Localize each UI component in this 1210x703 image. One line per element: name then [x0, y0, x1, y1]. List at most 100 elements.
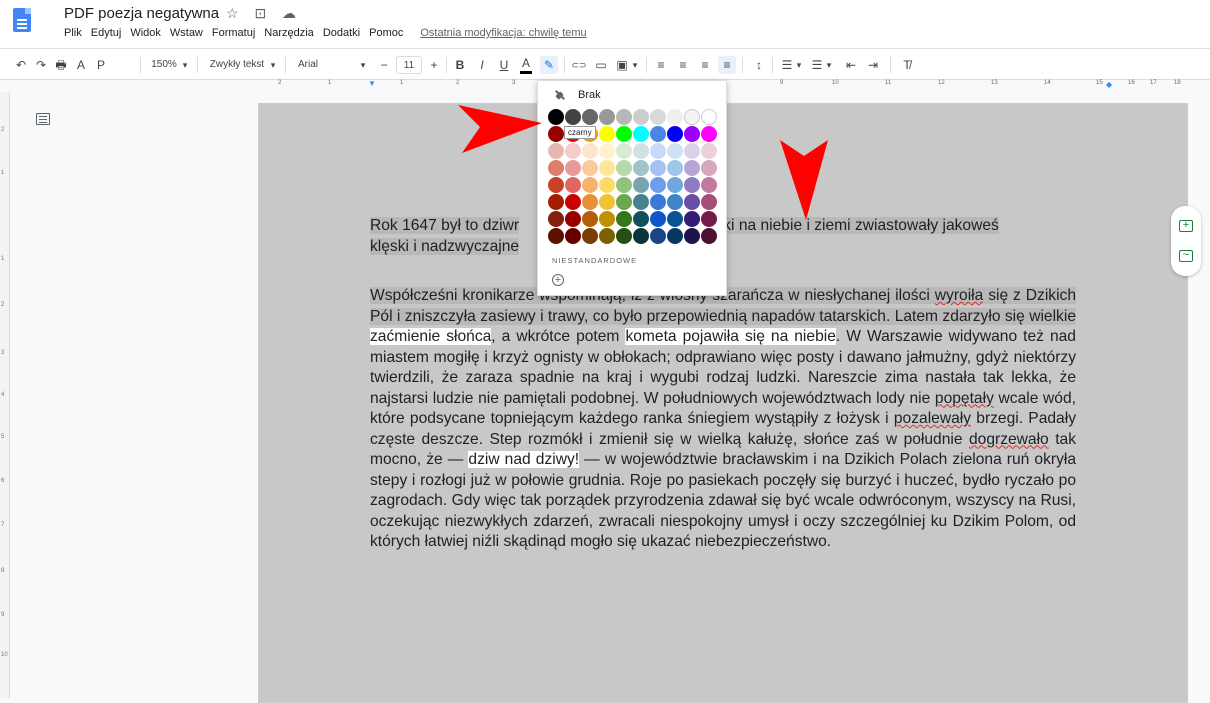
color-swatch[interactable]	[701, 160, 717, 176]
image-icon[interactable]: ▣	[615, 56, 629, 74]
color-swatch[interactable]	[548, 109, 564, 125]
color-swatch[interactable]	[582, 211, 598, 227]
underline-button[interactable]: U	[498, 56, 510, 74]
document-outline-icon[interactable]	[36, 113, 50, 125]
menu-item-view[interactable]: Widok	[130, 27, 161, 39]
color-swatch[interactable]	[565, 228, 581, 244]
color-swatch[interactable]	[667, 177, 683, 193]
title-action-icons[interactable]: ☆ ⊡ ☁	[226, 5, 302, 22]
right-indent-marker-icon[interactable]: ◆	[1106, 80, 1112, 89]
color-swatch[interactable]	[650, 109, 666, 125]
color-swatch[interactable]	[650, 194, 666, 210]
paragraph-2[interactable]: Współcześni kronikarze wspominają, iż z …	[370, 286, 1077, 553]
color-swatch[interactable]	[684, 211, 700, 227]
spellcheck-icon[interactable]: A	[74, 56, 88, 74]
color-swatch[interactable]	[650, 177, 666, 193]
color-swatch[interactable]	[701, 211, 717, 227]
color-swatch[interactable]	[616, 160, 632, 176]
misspelled-word[interactable]: pozalewały	[894, 410, 971, 427]
color-swatch[interactable]	[582, 194, 598, 210]
color-swatch[interactable]	[565, 109, 581, 125]
color-swatch[interactable]	[684, 194, 700, 210]
color-swatch[interactable]	[684, 177, 700, 193]
increase-font-size-button[interactable]: +	[428, 56, 440, 74]
color-swatch[interactable]	[684, 143, 700, 159]
menu-item-file[interactable]: Plik	[64, 27, 82, 39]
redo-icon[interactable]: ↷	[34, 56, 48, 74]
chevron-down-icon[interactable]: ▾	[268, 56, 278, 74]
color-swatch[interactable]	[582, 160, 598, 176]
italic-button[interactable]: I	[476, 56, 488, 74]
color-swatch[interactable]	[616, 177, 632, 193]
color-swatch[interactable]	[684, 126, 700, 142]
document-title[interactable]: PDF poezja negatywna	[64, 5, 219, 22]
add-comment-icon[interactable]: +	[1179, 220, 1193, 232]
link-icon[interactable]: ⊂⊃	[570, 56, 588, 74]
color-swatch[interactable]	[582, 143, 598, 159]
color-swatch[interactable]	[667, 126, 683, 142]
color-swatch[interactable]	[599, 211, 615, 227]
color-swatch[interactable]	[633, 126, 649, 142]
color-swatch[interactable]	[684, 228, 700, 244]
color-swatch[interactable]	[565, 194, 581, 210]
color-swatch[interactable]	[667, 194, 683, 210]
color-swatch[interactable]	[633, 211, 649, 227]
color-swatch[interactable]	[565, 177, 581, 193]
bulleted-list-icon[interactable]: ☰	[810, 56, 824, 74]
color-swatch[interactable]	[633, 228, 649, 244]
color-swatch[interactable]	[548, 143, 564, 159]
highlight-color-button[interactable]: ✎	[540, 56, 558, 74]
print-icon[interactable]: 🖶	[54, 56, 68, 74]
color-swatch[interactable]	[633, 160, 649, 176]
misspelled-word[interactable]: dogrzewało	[969, 431, 1049, 448]
color-swatch[interactable]	[650, 143, 666, 159]
color-swatch[interactable]	[565, 143, 581, 159]
color-swatch[interactable]	[548, 126, 564, 142]
menu-item-format[interactable]: Formatuj	[212, 27, 255, 39]
color-swatch[interactable]	[599, 177, 615, 193]
color-swatch[interactable]	[633, 143, 649, 159]
menu-item-edit[interactable]: Edytuj	[91, 27, 122, 39]
color-swatch[interactable]	[616, 143, 632, 159]
color-swatch[interactable]	[548, 177, 564, 193]
color-swatch[interactable]	[599, 126, 615, 142]
menu-item-help[interactable]: Pomoc	[369, 27, 403, 39]
color-swatch[interactable]	[582, 228, 598, 244]
color-swatch[interactable]	[565, 160, 581, 176]
color-swatch[interactable]	[599, 194, 615, 210]
color-swatch[interactable]	[701, 143, 717, 159]
paragraph-style-select[interactable]: Zwykły tekst	[208, 56, 266, 74]
color-swatch[interactable]	[599, 109, 615, 125]
color-swatch[interactable]	[667, 160, 683, 176]
add-custom-color-button[interactable]: +	[552, 274, 564, 286]
color-swatch[interactable]	[701, 126, 717, 142]
last-modified-link[interactable]: Ostatnia modyfikacja: chwilę temu	[420, 27, 586, 39]
color-swatch[interactable]	[548, 228, 564, 244]
increase-indent-icon[interactable]: ⇥	[866, 56, 880, 74]
color-swatch[interactable]	[701, 109, 717, 125]
color-swatch[interactable]	[582, 177, 598, 193]
color-swatch[interactable]	[701, 177, 717, 193]
color-swatch[interactable]	[582, 109, 598, 125]
color-swatch[interactable]	[616, 194, 632, 210]
color-swatch[interactable]	[684, 109, 700, 125]
misspelled-word[interactable]: popętały	[935, 390, 994, 407]
chevron-down-icon[interactable]: ▾	[180, 56, 190, 74]
menu-item-tools[interactable]: Narzędzia	[264, 27, 314, 39]
undo-icon[interactable]: ↶	[14, 56, 28, 74]
color-swatch[interactable]	[633, 194, 649, 210]
line-spacing-icon[interactable]: ↕	[752, 56, 766, 74]
decrease-indent-icon[interactable]: ⇤	[844, 56, 858, 74]
color-swatch[interactable]	[616, 211, 632, 227]
font-select[interactable]: Arial	[298, 56, 328, 74]
color-swatch[interactable]	[701, 194, 717, 210]
vertical-ruler[interactable]: 2 1 1 2 3 4 5 6 7 8 9 10	[0, 92, 10, 698]
color-swatch[interactable]	[633, 177, 649, 193]
docs-logo-icon[interactable]	[13, 8, 31, 32]
color-swatch[interactable]	[548, 194, 564, 210]
color-swatch[interactable]	[599, 143, 615, 159]
chevron-down-icon[interactable]: ▾	[824, 56, 834, 74]
clear-formatting-icon[interactable]: T̸	[900, 56, 914, 74]
color-swatch[interactable]	[667, 143, 683, 159]
chevron-down-icon[interactable]: ▾	[794, 56, 804, 74]
